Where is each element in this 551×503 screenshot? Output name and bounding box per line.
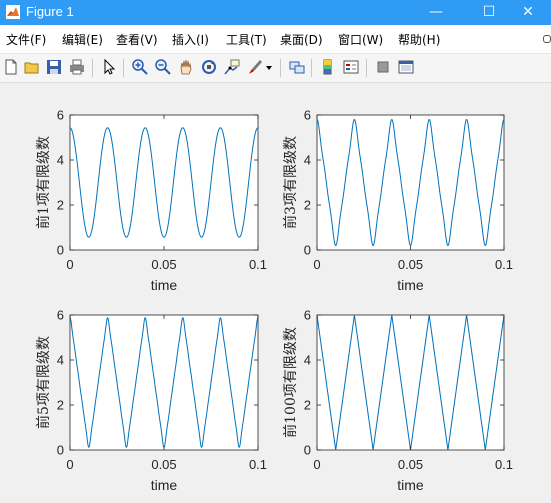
y-tick-label: 2 — [57, 198, 64, 213]
x-tick-label: 0.1 — [249, 257, 267, 272]
x-axis-label: time — [397, 277, 424, 293]
toolbar-separator — [123, 59, 124, 77]
x-tick-label: 0 — [313, 457, 320, 472]
x-tick-label: 0 — [66, 457, 73, 472]
menu-file[interactable]: 文件(F) — [6, 31, 46, 48]
rotate-3d-icon[interactable] — [200, 58, 218, 76]
subplot-2: 0 0.05 0.1 0 2 4 6 time 前3项有限级数 — [282, 108, 513, 294]
show-plot-tools-icon[interactable] — [397, 58, 415, 76]
subplot-1: 0 0.05 0.1 0 2 4 6 time 前1项有限级数 — [35, 108, 267, 294]
menu-bar: 文件(F) 编辑(E) 查看(V) 插入(I) 工具(T) 桌面(D) 窗口(W… — [0, 25, 551, 54]
x-tick-label: 0 — [66, 257, 73, 272]
x-tick-label: 0.05 — [398, 457, 423, 472]
y-tick-label: 2 — [304, 398, 311, 413]
y-axis-label: 前100项有限级数 — [282, 327, 299, 438]
save-icon[interactable] — [45, 58, 63, 76]
subplots-svg: 0 0.05 0.1 0 2 4 6 time 前1项有限级数 0 0.05 0.1 0 2 4 6 time 前… — [35, 108, 513, 494]
toolbar-separator — [366, 59, 367, 77]
figure-canvas: 0 0.05 0.1 0 2 4 6 time 前1项有限级数 0 0.05 0.1 0 2 4 6 time 前… — [0, 83, 551, 499]
x-tick-label: 0.1 — [249, 457, 267, 472]
y-tick-label: 6 — [57, 308, 64, 323]
y-tick-label: 4 — [57, 153, 64, 168]
new-figure-icon[interactable] — [2, 58, 20, 76]
title-bar: Figure 1 — ☐ ✕ — [0, 0, 551, 25]
y-tick-label: 4 — [57, 353, 64, 368]
y-axis-label: 前5项有限级数 — [35, 336, 52, 429]
menu-desktop[interactable]: 桌面(D) — [280, 31, 323, 48]
x-tick-label: 0.1 — [495, 257, 513, 272]
x-tick-label: 0.1 — [495, 457, 513, 472]
menu-insert[interactable]: 插入(I) — [172, 31, 209, 48]
zoom-out-icon[interactable] — [154, 58, 172, 76]
zoom-in-icon[interactable] — [131, 58, 149, 76]
y-tick-label: 2 — [304, 198, 311, 213]
brush-icon[interactable] — [246, 58, 264, 76]
toolbar-separator — [311, 59, 312, 77]
toolbar — [0, 54, 551, 83]
y-tick-label: 6 — [304, 308, 311, 323]
toolbar-separator — [92, 59, 93, 77]
colorbar-icon[interactable] — [319, 58, 337, 76]
menu-view[interactable]: 查看(V) — [116, 31, 158, 48]
y-tick-label: 2 — [57, 398, 64, 413]
data-cursor-icon[interactable] — [223, 58, 241, 76]
legend-icon[interactable] — [342, 58, 360, 76]
link-plot-icon[interactable] — [288, 58, 306, 76]
subplot-3: 0 0.05 0.1 0 2 4 6 time 前5项有限级数 — [35, 308, 267, 494]
menu-help[interactable]: 帮助(H) — [398, 31, 440, 48]
y-tick-label: 6 — [57, 108, 64, 123]
x-tick-label: 0.05 — [151, 457, 176, 472]
close-button[interactable]: ✕ — [505, 0, 551, 25]
y-tick-label: 0 — [304, 443, 311, 458]
dock-icon[interactable] — [543, 35, 551, 43]
matlab-logo-icon — [6, 5, 20, 19]
minimize-button[interactable]: — — [413, 0, 459, 25]
subplot-4: 0 0.05 0.1 0 2 4 6 time 前100项有限级数 — [282, 308, 513, 494]
x-tick-label: 0.05 — [398, 257, 423, 272]
y-tick-label: 6 — [304, 108, 311, 123]
y-axis-label: 前3项有限级数 — [282, 136, 299, 229]
print-icon[interactable] — [68, 58, 86, 76]
brush-menu-icon[interactable] — [264, 58, 274, 76]
pan-icon[interactable] — [177, 58, 195, 76]
y-tick-label: 4 — [304, 153, 311, 168]
x-tick-label: 0 — [313, 257, 320, 272]
toolbar-separator — [280, 59, 281, 77]
hide-plot-tools-icon[interactable] — [374, 58, 392, 76]
pointer-icon[interactable] — [100, 58, 118, 76]
y-tick-label: 0 — [57, 443, 64, 458]
menu-window[interactable]: 窗口(W) — [338, 31, 383, 48]
x-tick-label: 0.05 — [151, 257, 176, 272]
menu-edit[interactable]: 编辑(E) — [62, 31, 103, 48]
open-icon[interactable] — [23, 58, 41, 76]
y-tick-label: 0 — [57, 243, 64, 258]
y-tick-label: 0 — [304, 243, 311, 258]
x-axis-label: time — [151, 277, 178, 293]
y-tick-label: 4 — [304, 353, 311, 368]
x-axis-label: time — [151, 477, 178, 493]
x-axis-label: time — [397, 477, 424, 493]
y-axis-label: 前1项有限级数 — [35, 136, 52, 229]
window-title: Figure 1 — [26, 4, 74, 19]
menu-tools[interactable]: 工具(T) — [226, 31, 267, 48]
